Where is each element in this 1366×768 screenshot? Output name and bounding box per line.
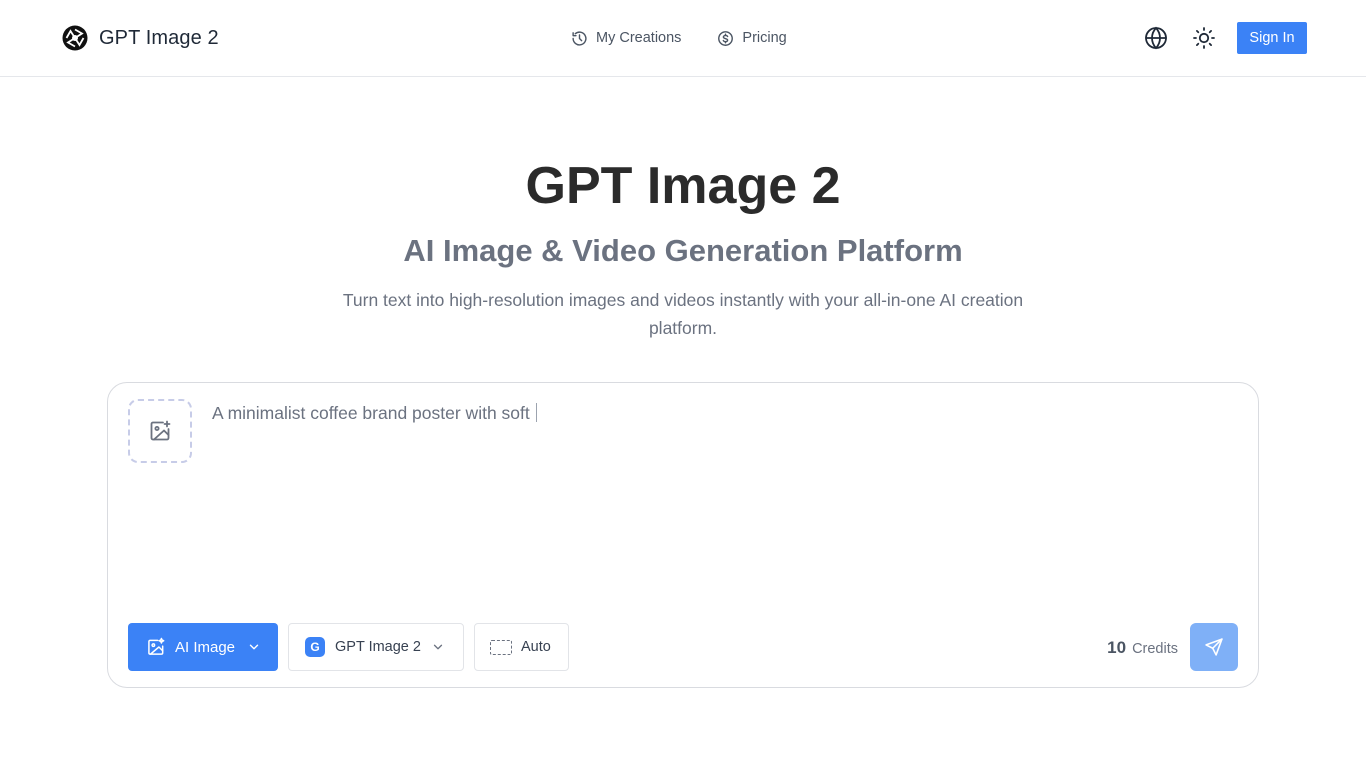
- main-nav: My Creations Pricing: [571, 28, 787, 48]
- hero-description: Turn text into high-resolution images an…: [342, 290, 1024, 338]
- language-button[interactable]: [1143, 25, 1169, 51]
- prompt-input[interactable]: A minimalist coffee brand poster with so…: [212, 400, 1232, 426]
- image-plus-icon: [150, 420, 171, 441]
- credits-label: Credits: [1132, 641, 1178, 657]
- hero-subtitle: AI Image & Video Generation Platform: [403, 233, 963, 268]
- upload-image-button[interactable]: [128, 399, 192, 463]
- dollar-circle-icon: [718, 30, 734, 46]
- credits-count: 10: [1107, 638, 1127, 657]
- image-sparkle-icon: [148, 637, 165, 655]
- text-caret: [535, 403, 537, 422]
- sun-icon: [1193, 27, 1215, 49]
- prompt-composer: A minimalist coffee brand poster with so…: [107, 382, 1259, 688]
- generation-mode-label: AI Image: [175, 638, 236, 656]
- chevron-down-icon: [433, 644, 443, 650]
- model-select-dropdown[interactable]: G GPT Image 2: [288, 623, 464, 671]
- theme-toggle-button[interactable]: [1191, 25, 1217, 51]
- model-badge-icon: G: [305, 637, 325, 657]
- nav-pricing[interactable]: Pricing: [717, 30, 787, 47]
- top-navbar: GPT Image 2 My Creations Pricing Sign In: [0, 0, 1366, 77]
- header-actions: Sign In: [1143, 22, 1307, 54]
- aspect-ratio-button[interactable]: Auto: [474, 623, 569, 671]
- dashed-rect-icon: [490, 639, 512, 655]
- send-button[interactable]: [1190, 623, 1238, 671]
- clock-history-icon: [572, 30, 587, 46]
- sign-in-button[interactable]: Sign In: [1237, 22, 1307, 54]
- generation-mode-dropdown[interactable]: AI Image: [128, 623, 278, 671]
- credits-display: 10 Credits: [1107, 638, 1178, 658]
- nav-my-creations-label: My Creations: [596, 30, 682, 46]
- aperture-logo-icon: [62, 25, 88, 51]
- prompt-text: A minimalist coffee brand poster with so…: [212, 403, 530, 423]
- nav-my-creations[interactable]: My Creations: [571, 30, 681, 47]
- hero-title: GPT Image 2: [525, 157, 841, 215]
- aspect-ratio-label: Auto: [521, 639, 551, 655]
- send-icon: [1205, 638, 1223, 656]
- globe-icon: [1145, 26, 1167, 50]
- brand-name: GPT Image 2: [99, 26, 219, 49]
- model-label: GPT Image 2: [335, 639, 421, 655]
- chevron-down-icon: [249, 644, 259, 650]
- nav-pricing-label: Pricing: [742, 30, 787, 46]
- brand-link[interactable]: GPT Image 2: [61, 24, 219, 52]
- composer-toolbar: AI Image G GPT Image 2 Auto: [128, 623, 569, 671]
